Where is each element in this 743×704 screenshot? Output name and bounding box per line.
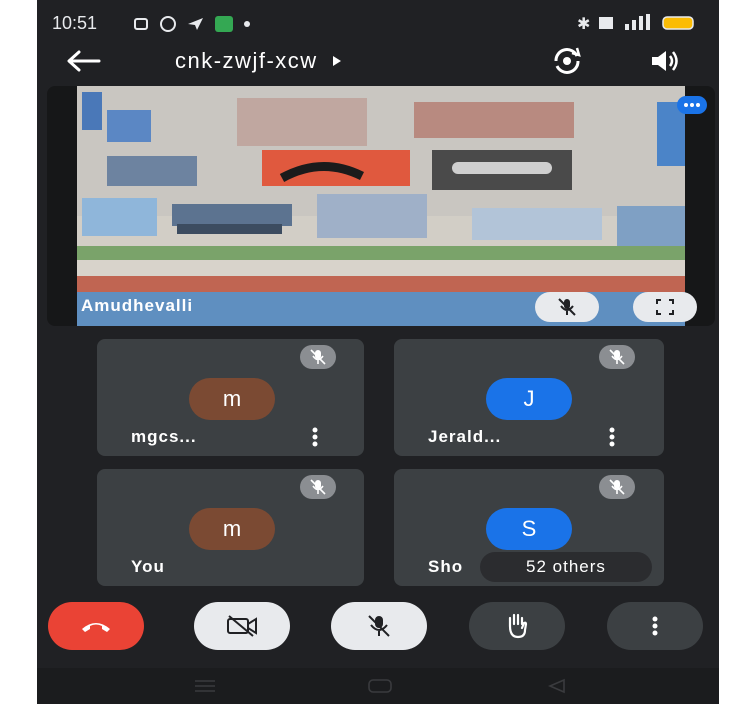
- status-system-icons: ✱: [577, 14, 694, 33]
- fullscreen-icon: [656, 299, 674, 315]
- participant-name: mgcs...: [131, 427, 197, 446]
- mic-off-icon: [310, 349, 326, 365]
- status-notification-icons: [134, 16, 250, 32]
- camera-toggle-button[interactable]: [194, 602, 290, 650]
- others-count-label: 52 others: [526, 557, 606, 576]
- video-off-icon: [227, 615, 257, 637]
- participant-tile[interactable]: m You: [97, 469, 364, 586]
- end-call-button[interactable]: [48, 602, 144, 650]
- meet-app-screen: 10:51 ✱ cnk-zwjf-xcw Amudhevalli m mgcs.…: [37, 0, 719, 704]
- mic-off-icon: [609, 349, 625, 365]
- tile-mute-badge: [300, 345, 336, 369]
- raise-hand-icon: [508, 613, 528, 639]
- participant-name: Sho: [428, 557, 464, 576]
- meeting-code: cnk-zwjf-xcw: [175, 48, 318, 73]
- status-time: 10:51: [52, 13, 98, 33]
- participant-menu-icon[interactable]: [311, 426, 319, 448]
- back-nav-icon[interactable]: [547, 678, 567, 694]
- participant-tile[interactable]: m mgcs...: [97, 339, 364, 456]
- more-options-pill[interactable]: [677, 96, 707, 114]
- participant-avatar: m: [189, 508, 275, 550]
- mic-off-icon: [310, 479, 326, 495]
- back-arrow-icon: [67, 50, 101, 72]
- participant-avatar: m: [189, 378, 275, 420]
- participant-menu-icon[interactable]: [608, 426, 616, 448]
- fullscreen-button[interactable]: [633, 292, 697, 322]
- mic-off-icon: [368, 615, 390, 637]
- mic-toggle-button[interactable]: [331, 602, 427, 650]
- more-options-button[interactable]: [607, 602, 703, 650]
- home-nav-icon[interactable]: [367, 678, 393, 694]
- featured-mute-badge: [535, 292, 599, 322]
- participant-name: Jerald...: [428, 427, 502, 446]
- participant-tile[interactable]: S Sho 52 others: [394, 469, 664, 586]
- tile-mute-badge: [599, 345, 635, 369]
- back-button[interactable]: [59, 44, 107, 78]
- participant-tile[interactable]: J Jerald...: [394, 339, 664, 456]
- more-vert-icon: [652, 616, 658, 636]
- speaker-icon: [652, 51, 678, 71]
- hang-up-icon: [82, 623, 110, 632]
- participant-avatar: J: [486, 378, 572, 420]
- featured-participant-name: Amudhevalli: [81, 296, 194, 315]
- status-bar: 10:51 ✱: [37, 0, 719, 40]
- switch-camera-icon: [554, 47, 581, 74]
- audio-output-button[interactable]: [643, 44, 687, 78]
- others-count-chip[interactable]: 52 others: [480, 552, 652, 582]
- video-feed: [77, 86, 685, 326]
- chevron-right-icon: [332, 56, 341, 66]
- menu-nav-icon[interactable]: [193, 678, 217, 694]
- meeting-title-button[interactable]: cnk-zwjf-xcw: [175, 47, 342, 75]
- mic-off-icon: [609, 479, 625, 495]
- raise-hand-button[interactable]: [469, 602, 565, 650]
- system-nav-bar: [37, 668, 719, 704]
- tile-mute-badge: [300, 475, 336, 499]
- mic-off-icon: [558, 298, 576, 316]
- switch-camera-button[interactable]: [545, 44, 589, 78]
- tile-mute-badge: [599, 475, 635, 499]
- participant-name: You: [131, 557, 165, 576]
- featured-video-tile[interactable]: Amudhevalli: [47, 86, 715, 326]
- svg-text:✱: ✱: [577, 14, 590, 33]
- participant-avatar: S: [486, 508, 572, 550]
